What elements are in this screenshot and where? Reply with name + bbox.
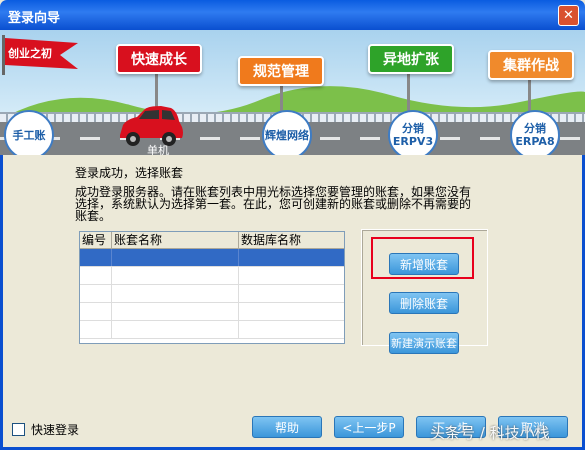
title-bar: 登录向导 ✕ xyxy=(0,0,585,30)
car-label: 单机 xyxy=(147,144,169,155)
milestone-erpa8: 分销ERPA8 xyxy=(510,110,560,155)
highlight-box xyxy=(371,237,474,279)
watermark: 头条号 / 科技小栈 xyxy=(430,424,550,442)
table-row[interactable] xyxy=(80,267,344,285)
prev-button[interactable]: <上一步P xyxy=(334,416,404,438)
delete-account-button[interactable]: 删除账套 xyxy=(389,292,459,314)
sign-fast-growth: 快速成长 xyxy=(116,44,202,74)
help-button[interactable]: 帮助 xyxy=(252,416,322,438)
quick-login-checkbox[interactable] xyxy=(12,423,25,436)
column-header-database-name[interactable]: 数据库名称 xyxy=(239,232,344,248)
account-table[interactable]: 编号 账套名称 数据库名称 xyxy=(79,231,345,344)
close-icon: ✕ xyxy=(563,8,574,23)
column-header-account-name[interactable]: 账套名称 xyxy=(112,232,239,248)
sign-standard-management: 规范管理 xyxy=(238,56,324,86)
description-text: 成功登录服务器。请在账套列表中用光标选择您要管理的账套，如果您没有选择，系统默认… xyxy=(75,185,472,223)
table-row[interactable] xyxy=(80,303,344,321)
new-demo-account-button[interactable]: 新建演示账套 xyxy=(389,332,459,354)
milestone-network: 辉煌网络 xyxy=(262,110,312,155)
quick-login-label: 快速登录 xyxy=(31,423,80,437)
flag-label: 创业之初 xyxy=(8,47,52,60)
quick-login-option[interactable]: 快速登录 xyxy=(12,421,79,438)
success-message: 登录成功，选择账套 xyxy=(75,166,184,180)
window-title: 登录向导 xyxy=(8,11,61,26)
close-button[interactable]: ✕ xyxy=(558,5,579,26)
milestone-manual: 手工账 xyxy=(4,110,54,155)
table-row[interactable] xyxy=(80,321,344,339)
table-header: 编号 账套名称 数据库名称 xyxy=(80,232,344,249)
banner: 创业之初 快速成长 规范管理 异地扩张 集群作战 手工账 单机 辉煌网络 分销E… xyxy=(0,30,585,155)
table-row[interactable] xyxy=(80,285,344,303)
table-row[interactable] xyxy=(80,249,344,267)
column-header-id[interactable]: 编号 xyxy=(80,232,112,248)
sign-cluster: 集群作战 xyxy=(488,50,574,80)
sign-expansion: 异地扩张 xyxy=(368,44,454,74)
milestone-erpv3: 分销ERPV3 xyxy=(388,110,438,155)
